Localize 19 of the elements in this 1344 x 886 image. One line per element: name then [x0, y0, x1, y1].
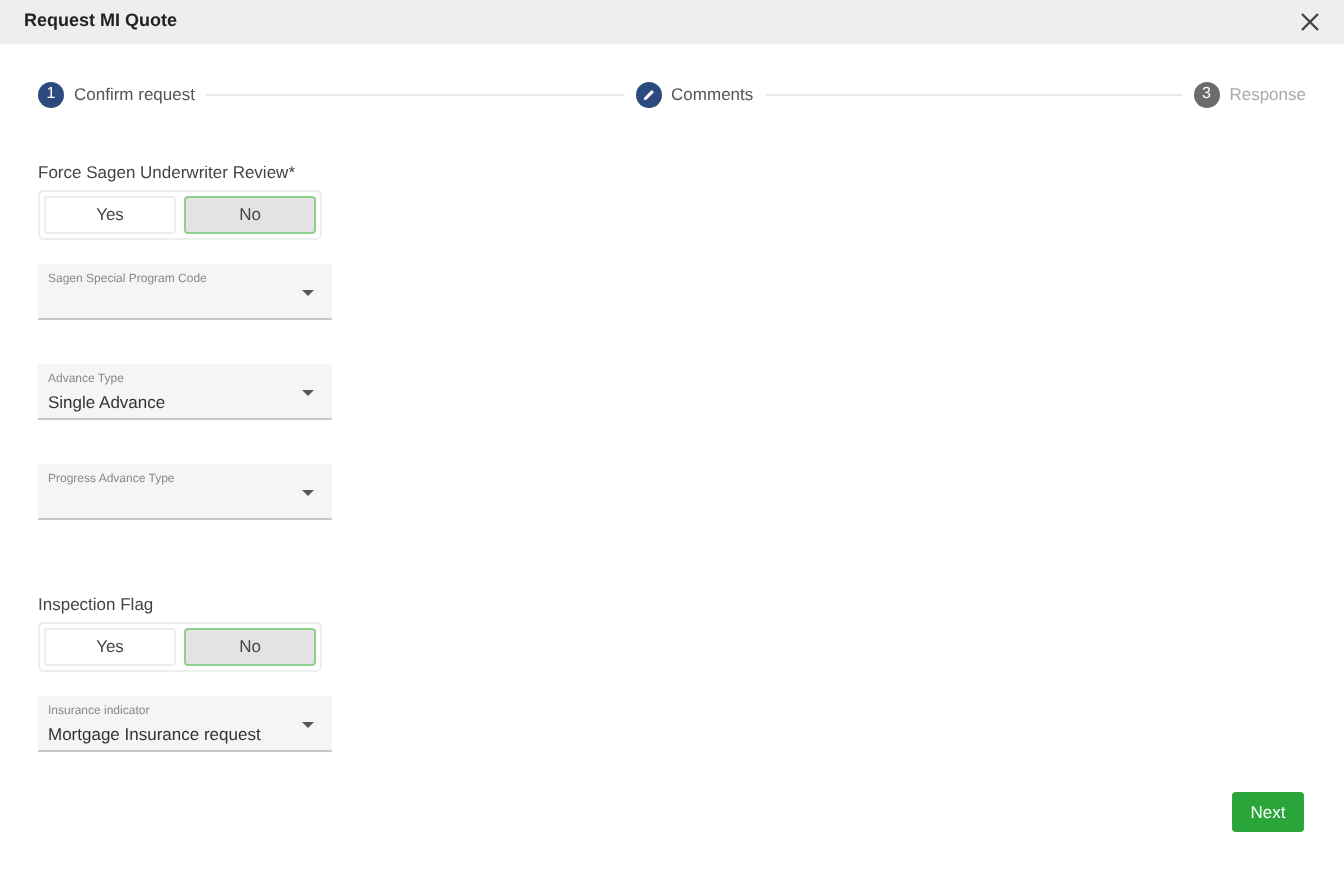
toggle-option[interactable]: No	[184, 628, 316, 666]
window-title: Request MI Quote	[24, 8, 178, 35]
field-label: Inspection Flag	[38, 592, 154, 616]
toggle-option[interactable]: No	[184, 196, 316, 234]
dropdown-arrow-icon	[302, 722, 314, 728]
toggle-option[interactable]: Yes	[44, 628, 176, 666]
dropdown-arrow-icon	[302, 390, 314, 396]
dropdown-arrow-icon	[302, 490, 314, 496]
step-number: 3	[1193, 81, 1220, 107]
step-label: Confirm request	[74, 81, 195, 107]
dropdown-arrow-icon	[302, 290, 314, 296]
select-value: Mortgage Insurance request	[48, 722, 261, 748]
close-icon[interactable]	[1300, 12, 1320, 32]
toggle-option[interactable]: Yes	[44, 196, 176, 234]
select-value: Single Advance	[48, 390, 166, 416]
field-label: Force Sagen Underwriter Review*	[38, 160, 295, 184]
step-number: 1	[38, 81, 64, 107]
step-label: Comments	[671, 81, 754, 107]
step-label: Response	[1229, 81, 1306, 107]
